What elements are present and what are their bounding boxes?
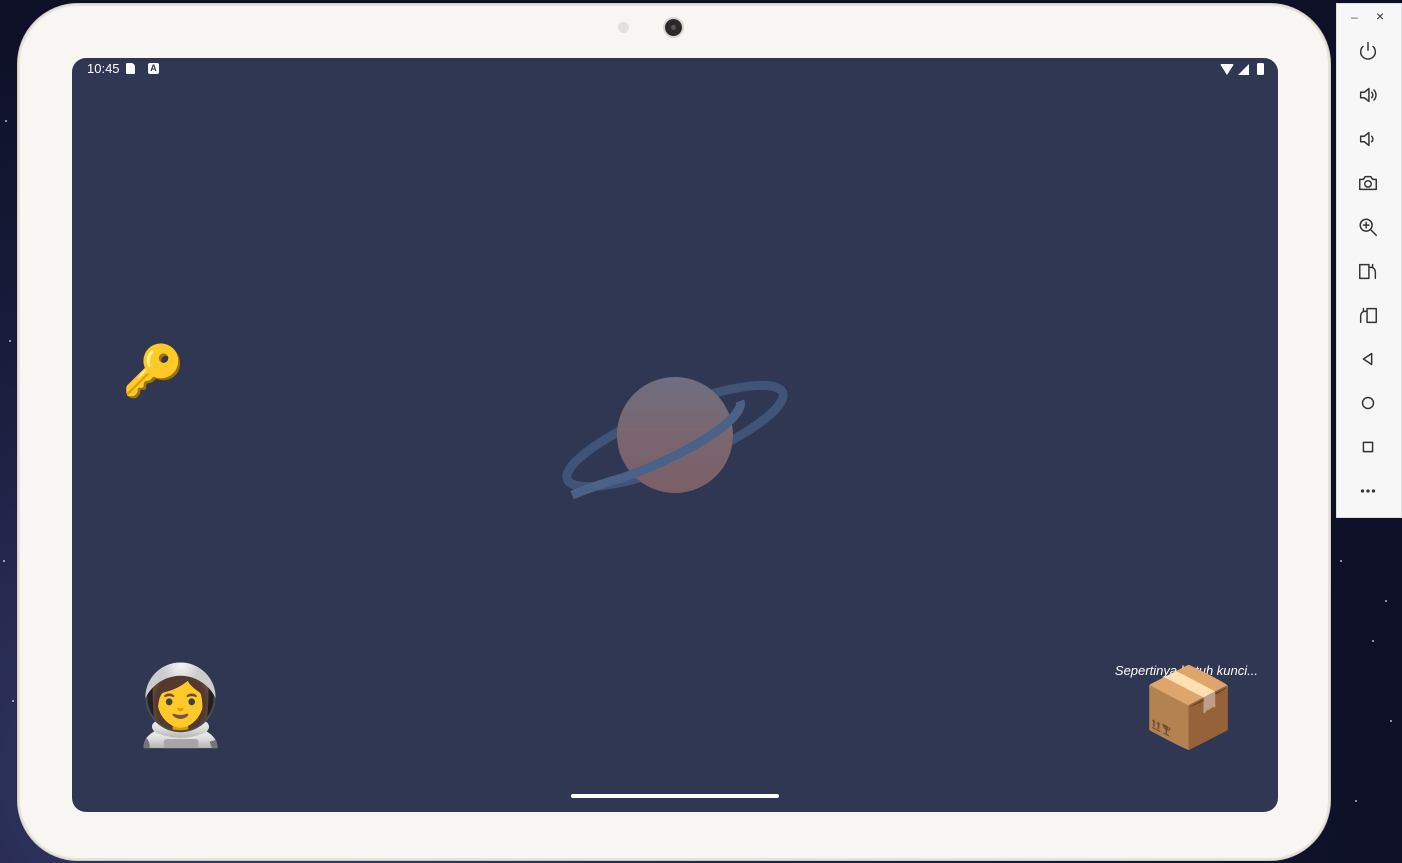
wifi-icon <box>1220 63 1234 75</box>
power-icon[interactable] <box>1354 37 1382 65</box>
sensor-dot <box>618 22 629 33</box>
planet-icon <box>562 377 788 500</box>
app-notification-icon: A <box>148 63 159 74</box>
back-icon[interactable] <box>1354 345 1382 373</box>
astronaut-player[interactable]: 👩‍🚀 <box>132 666 229 744</box>
locked-box[interactable]: 📦 <box>1140 668 1237 746</box>
volume-down-icon[interactable] <box>1354 125 1382 153</box>
emulator-toolbar: – × <box>1337 4 1401 517</box>
key-item[interactable]: 🔑 <box>122 346 184 396</box>
volume-up-icon[interactable] <box>1354 81 1382 109</box>
home-icon[interactable] <box>1354 389 1382 417</box>
minimize-button[interactable]: – <box>1351 10 1358 24</box>
signal-icon <box>1238 63 1249 75</box>
close-button[interactable]: × <box>1376 8 1384 24</box>
rotate-right-icon[interactable] <box>1354 301 1382 329</box>
status-bar: 10:45 A <box>72 58 1278 80</box>
status-time: 10:45 <box>87 61 120 76</box>
system-icons <box>1220 63 1264 75</box>
rotate-left-icon[interactable] <box>1354 257 1382 285</box>
overview-icon[interactable] <box>1354 433 1382 461</box>
gesture-home-bar[interactable] <box>571 794 779 798</box>
zoom-icon[interactable] <box>1354 213 1382 241</box>
front-camera <box>665 19 682 36</box>
more-icon[interactable] <box>1354 477 1382 505</box>
battery-icon <box>1257 63 1264 75</box>
device-screen[interactable]: 10:45 A 🔑 👩‍🚀 Sepertinya butuh kunci... … <box>72 58 1278 812</box>
sd-card-icon <box>126 63 135 74</box>
camera-icon[interactable] <box>1354 169 1382 197</box>
